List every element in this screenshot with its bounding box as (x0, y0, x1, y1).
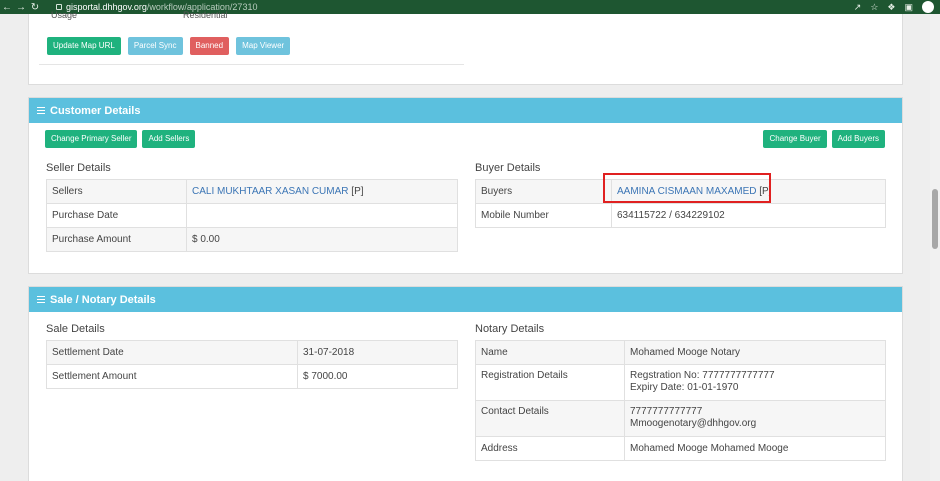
profile-avatar[interactable] (922, 1, 934, 13)
seller-actions: Change Primary Seller Add Sellers (45, 130, 196, 148)
usage-value: Residential (183, 10, 228, 20)
sale-notary-header: Sale / Notary Details (29, 287, 902, 312)
divider (39, 64, 464, 65)
registration-details-label: Registration Details (475, 364, 625, 401)
notary-name-value: Mohamed Mooge Notary (624, 340, 886, 365)
buyers-label: Buyers (475, 179, 612, 204)
change-primary-seller-button[interactable]: Change Primary Seller (45, 130, 138, 148)
seller-primary-tag: [P] (351, 186, 364, 197)
customer-details-body: Change Primary Seller Add Sellers Change… (29, 123, 902, 273)
notary-details-table: Name Mohamed Mooge Notary Registration D… (475, 340, 886, 461)
sellers-label: Sellers (46, 179, 187, 204)
parcel-sync-button[interactable]: Parcel Sync (127, 37, 183, 55)
share-icon[interactable]: ↗ (854, 2, 862, 13)
address-value: Mohamed Mooge Mohamed Mooge (624, 436, 886, 461)
table-row: Sellers CALI MUKHTAAR XASAN CUMAR [P] (46, 179, 458, 204)
contact-details-value: 7777777777777 Mmoogenotary@dhhgov.org (624, 400, 886, 437)
contact-details-label: Contact Details (475, 400, 625, 437)
sellers-value: CALI MUKHTAAR XASAN CUMAR [P] (186, 179, 458, 204)
sale-notary-panel: Sale / Notary Details Sale Details Settl… (28, 286, 903, 481)
registration-details-value: Regstration No: 7777777777777 Expiry Dat… (624, 364, 886, 401)
sale-notary-title: Sale / Notary Details (50, 293, 156, 306)
notary-name-label: Name (475, 340, 625, 365)
purchase-amount-value: $ 0.00 (186, 227, 458, 252)
back-icon[interactable]: ← (0, 2, 14, 13)
settlement-amount-label: Settlement Amount (46, 364, 298, 389)
map-viewer-button[interactable]: Map Viewer (236, 37, 291, 55)
contact-email: Mmoogenotary@dhhgov.org (630, 418, 757, 429)
seller-details-table: Sellers CALI MUKHTAAR XASAN CUMAR [P] Pu… (46, 179, 458, 252)
expiry-date: Expiry Date: 01-01-1970 (630, 382, 739, 393)
seller-link[interactable]: CALI MUKHTAAR XASAN CUMAR (192, 186, 349, 197)
usage-label: Usage (51, 10, 78, 20)
table-row: Address Mohamed Mooge Mohamed Mooge (475, 436, 886, 461)
sidebar-icon[interactable]: ▣ (904, 2, 913, 13)
buyer-details-heading: Buyer Details (475, 162, 541, 174)
sale-details-heading: Sale Details (46, 323, 105, 335)
forward-icon[interactable]: → (14, 2, 28, 13)
add-buyers-button[interactable]: Add Buyers (831, 130, 885, 148)
list-icon (37, 296, 45, 303)
purchase-date-label: Purchase Date (46, 203, 187, 228)
change-buyer-button[interactable]: Change Buyer (763, 130, 827, 148)
main-content: Usage Residential Update Map URL Parcel … (28, 10, 903, 481)
parcel-actions: Update Map URL Parcel Sync Banned Map Vi… (47, 37, 291, 55)
update-map-url-button[interactable]: Update Map URL (47, 37, 121, 55)
browser-toolbar: ← → ↻ gisportal.dhhgov.org/workflow/appl… (0, 0, 940, 14)
purchase-amount-label: Purchase Amount (46, 227, 187, 252)
table-row: Name Mohamed Mooge Notary (475, 340, 886, 365)
table-row: Purchase Amount $ 0.00 (46, 227, 458, 252)
reload-icon[interactable]: ↻ (28, 2, 42, 13)
extensions-icon[interactable]: ❖ (887, 2, 895, 13)
table-row: Purchase Date (46, 203, 458, 228)
page-scrollbar[interactable] (930, 14, 940, 481)
mobile-number-label: Mobile Number (475, 203, 612, 228)
sale-notary-body: Sale Details Settlement Date 31-07-2018 … (29, 312, 902, 481)
parcel-panel: Usage Residential Update Map URL Parcel … (28, 10, 903, 85)
table-row: Settlement Amount $ 7000.00 (46, 364, 458, 389)
usage-row: Usage Residential (51, 10, 228, 20)
url-host: gisportal.dhhgov.org (66, 2, 147, 12)
address-label: Address (475, 436, 625, 461)
customer-details-panel: Customer Details Change Primary Seller A… (28, 97, 903, 274)
table-row: Contact Details 7777777777777 Mmoogenota… (475, 400, 886, 437)
table-row: Mobile Number 634115722 / 634229102 (475, 203, 886, 228)
settlement-amount-value: $ 7000.00 (297, 364, 458, 389)
settlement-date-value: 31-07-2018 (297, 340, 458, 365)
add-sellers-button[interactable]: Add Sellers (142, 130, 196, 148)
customer-details-title: Customer Details (50, 104, 141, 117)
contact-phone: 7777777777777 (630, 406, 703, 417)
table-row: Registration Details Regstration No: 777… (475, 364, 886, 401)
list-icon (37, 107, 45, 114)
star-icon[interactable]: ☆ (870, 2, 878, 13)
purchase-date-value (186, 203, 458, 228)
seller-details-heading: Seller Details (46, 162, 111, 174)
sale-details-table: Settlement Date 31-07-2018 Settlement Am… (46, 340, 458, 389)
mobile-number-value: 634115722 / 634229102 (611, 203, 886, 228)
table-row: Settlement Date 31-07-2018 (46, 340, 458, 365)
banned-button[interactable]: Banned (189, 37, 230, 55)
notary-details-heading: Notary Details (475, 323, 545, 335)
buyer-actions: Change Buyer Add Buyers (763, 130, 885, 148)
customer-details-header: Customer Details (29, 98, 902, 123)
registration-number: Regstration No: 7777777777777 (630, 370, 775, 381)
highlight-box (603, 173, 771, 203)
scrollbar-thumb[interactable] (932, 189, 938, 249)
settlement-date-label: Settlement Date (46, 340, 298, 365)
